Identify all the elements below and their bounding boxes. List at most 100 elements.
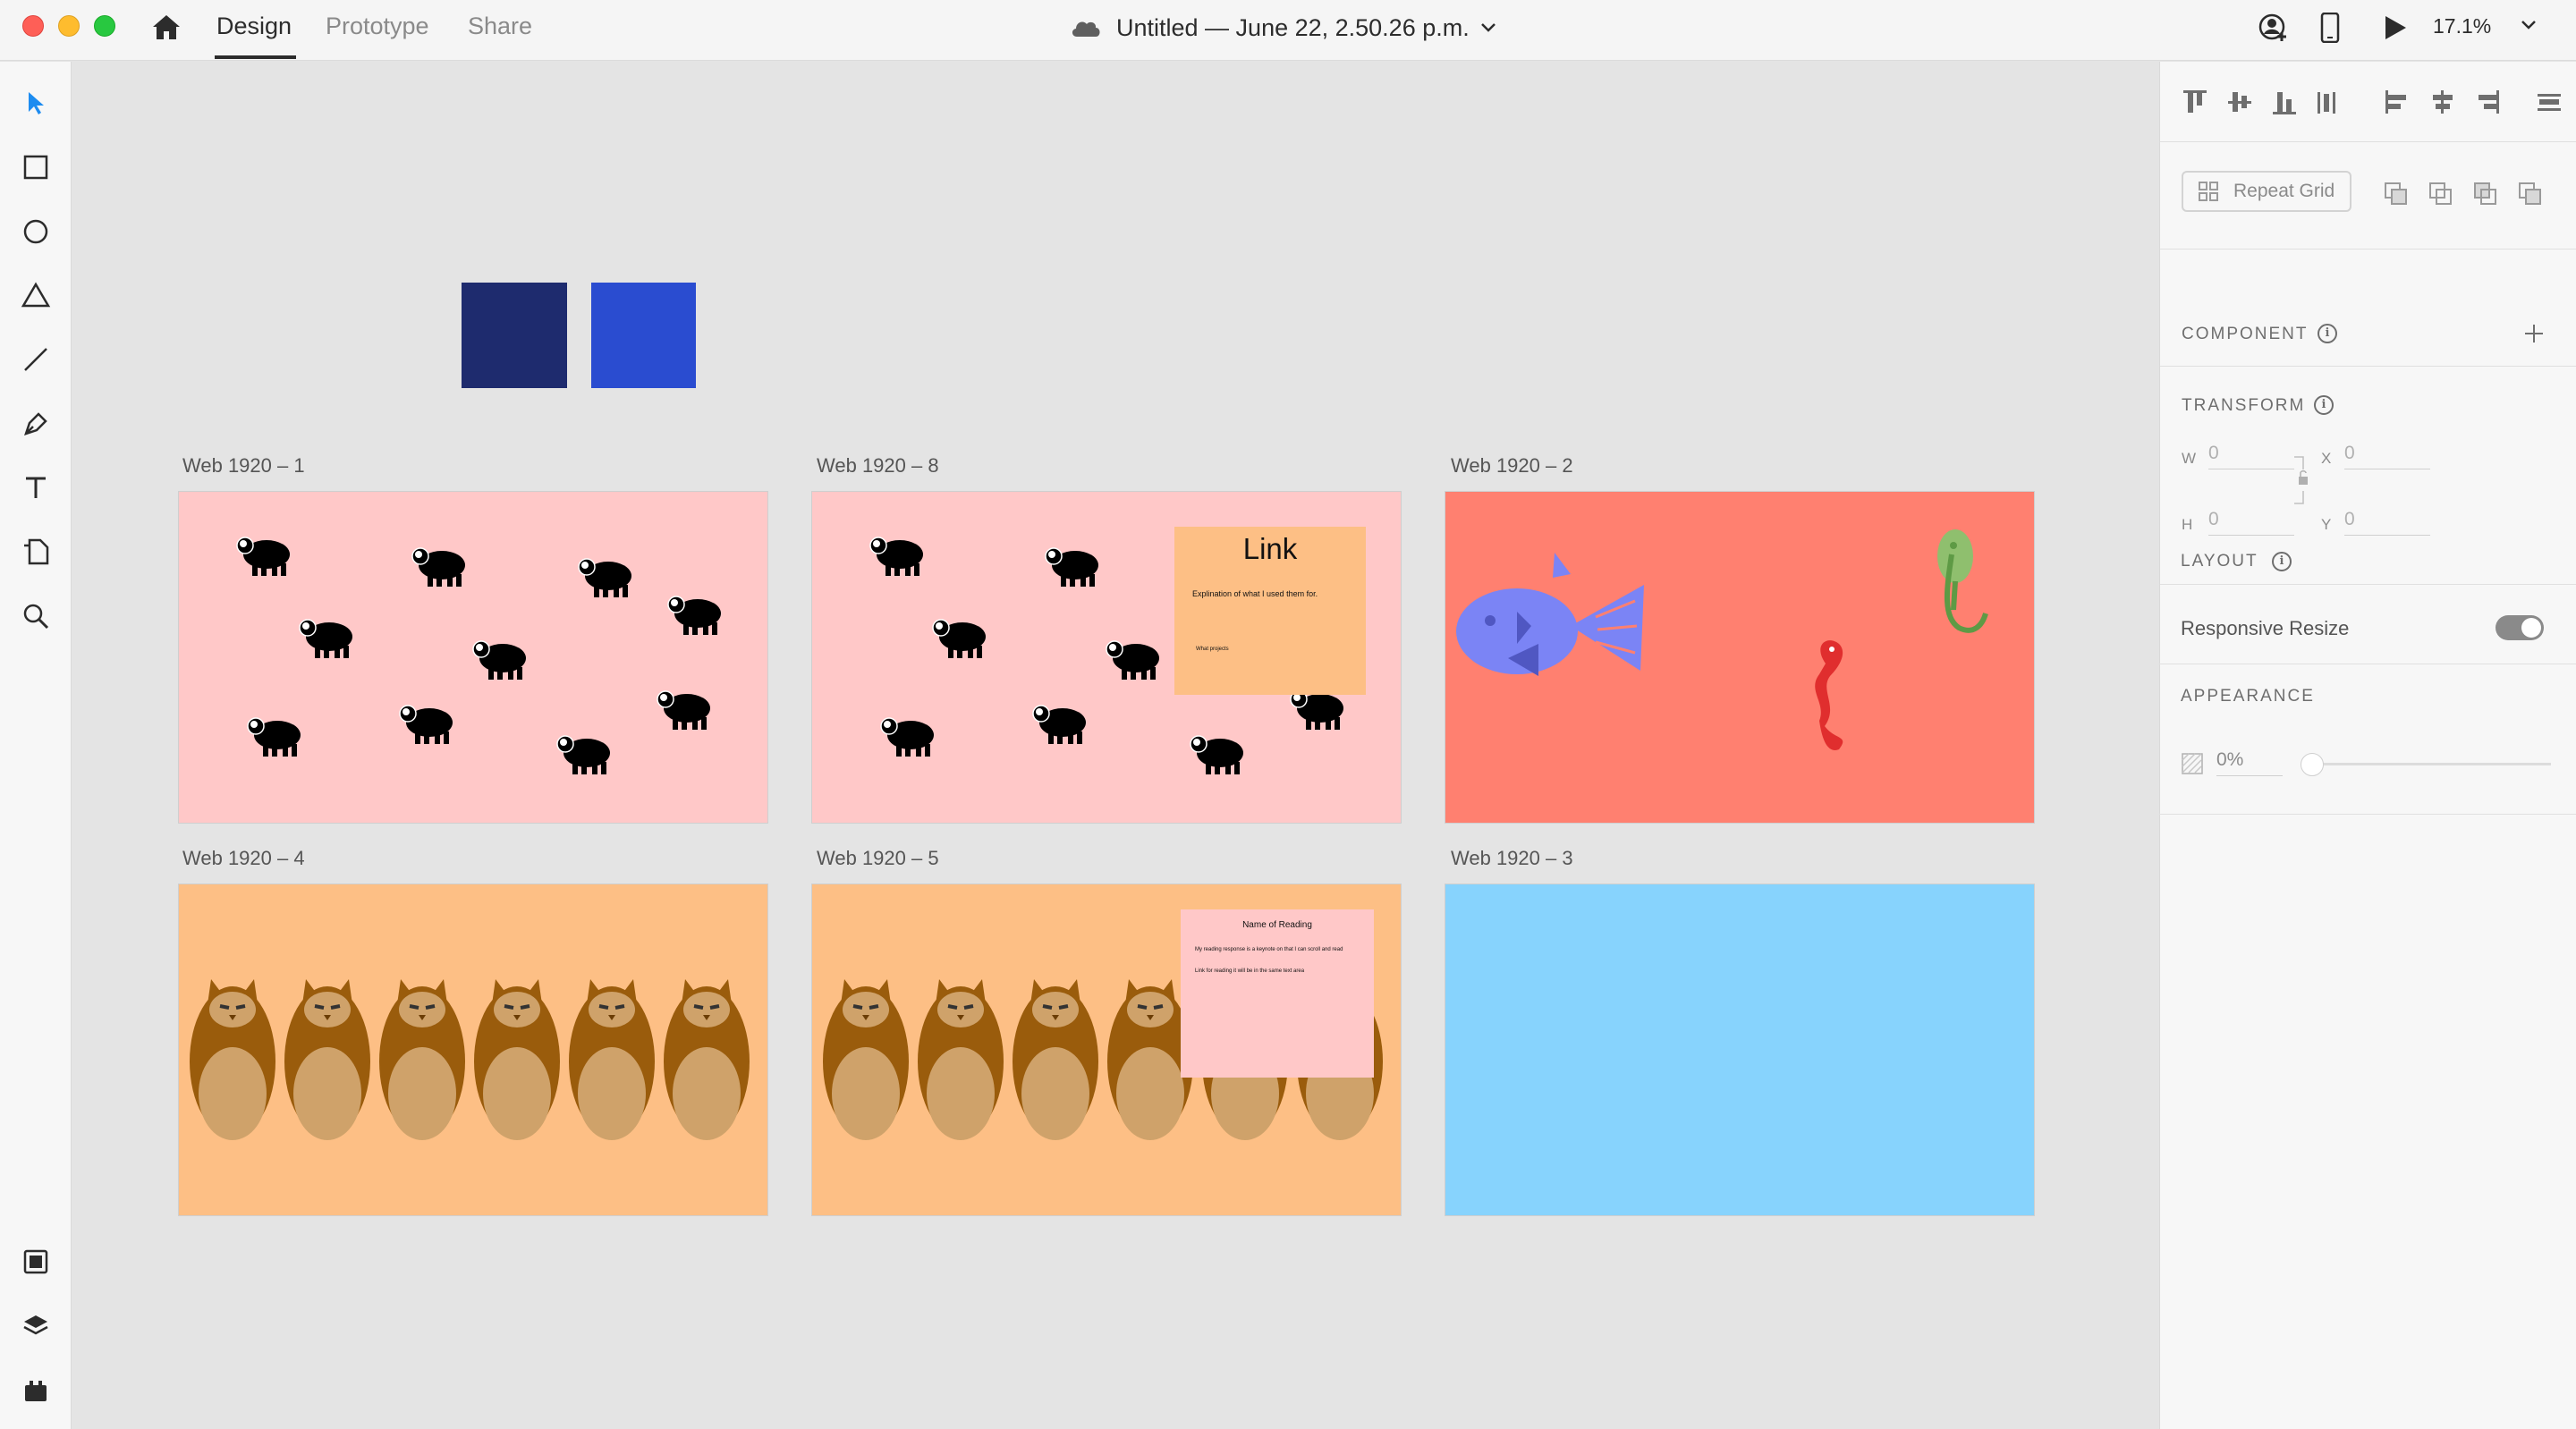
- transform-title: TRANSFORM: [2182, 396, 2306, 415]
- layers-icon: [23, 1315, 48, 1335]
- artboard-web-1920-2[interactable]: [1445, 491, 2035, 824]
- line-icon: [24, 348, 47, 371]
- opacity-icon: [2182, 753, 2203, 774]
- opacity-slider-track[interactable]: [2317, 763, 2551, 765]
- left-toolbar: [0, 62, 72, 1429]
- document-title[interactable]: Untitled — June 22, 2.50.26 p.m.: [1070, 13, 1496, 43]
- note-link-title: Link: [1242, 532, 1298, 565]
- add-component-icon[interactable]: [2523, 323, 2545, 344]
- artboard-web-1920-3[interactable]: [1445, 884, 2035, 1216]
- tab-design[interactable]: Design: [216, 13, 292, 40]
- x-label: X: [2321, 450, 2332, 467]
- zoom-tool[interactable]: [20, 600, 52, 632]
- panel-divider: [2159, 814, 2576, 815]
- artboard-tool[interactable]: [20, 536, 52, 568]
- chevron-down-icon: [1480, 23, 1496, 32]
- cloud-icon: [1072, 21, 1100, 37]
- toggle-knob: [2521, 618, 2541, 638]
- lock-aspect-icon[interactable]: [2291, 455, 2312, 505]
- note-reading-line-1: My reading response is a keynote on that…: [1195, 947, 1343, 952]
- tab-share[interactable]: Share: [468, 13, 532, 40]
- zoom-window-button[interactable]: [94, 15, 115, 37]
- rectangle-icon: [23, 155, 48, 180]
- select-tool[interactable]: [20, 87, 52, 119]
- triangle-icon: [21, 282, 51, 308]
- rectangle-tool[interactable]: [20, 151, 52, 183]
- link-note-card[interactable]: Link Explination of what I used them for…: [1174, 527, 1366, 695]
- info-icon[interactable]: i: [2318, 324, 2337, 343]
- artboard-web-1920-4[interactable]: [178, 884, 768, 1216]
- repeat-grid-label: Repeat Grid: [2233, 181, 2335, 201]
- line-tool[interactable]: [20, 343, 52, 376]
- property-inspector: Repeat Grid COMPONENT i TRANSFORM i W 0 …: [2159, 62, 2576, 1429]
- opacity-slider-handle[interactable]: [2301, 753, 2324, 776]
- note-reading-title: Name of Reading: [1242, 920, 1312, 930]
- layout-divider: [2160, 584, 2576, 585]
- width-field[interactable]: 0: [2208, 443, 2294, 469]
- zoom-level[interactable]: 17.1%: [2433, 14, 2491, 38]
- height-field[interactable]: 0: [2208, 509, 2294, 536]
- artboard-label[interactable]: Web 1920 – 1: [182, 454, 305, 478]
- y-field[interactable]: 0: [2344, 509, 2430, 536]
- height-label: H: [2182, 516, 2193, 533]
- chevron-down-icon[interactable]: [2521, 20, 2537, 30]
- repeat-grid-button[interactable]: Repeat Grid: [2182, 171, 2351, 212]
- plugins-icon: [25, 1381, 47, 1401]
- close-window-button[interactable]: [22, 15, 44, 37]
- repeat-grid-section: Repeat Grid: [2160, 142, 2576, 249]
- grid-icon: [2199, 182, 2218, 201]
- artboard-label[interactable]: Web 1920 – 8: [817, 454, 939, 478]
- plugins-panel-button[interactable]: [20, 1374, 52, 1407]
- boolean-ops-icons[interactable]: [2384, 182, 2559, 208]
- transform-divider: [2160, 366, 2576, 367]
- dark-blue-square[interactable]: [462, 283, 567, 388]
- align-toolbar: [2160, 62, 2576, 142]
- active-tab-indicator: [215, 55, 296, 59]
- assets-icon: [23, 1249, 48, 1274]
- note-link-body: Explination of what I used them for.: [1192, 589, 1318, 598]
- document-title-text: Untitled — June 22, 2.50.26 p.m.: [1116, 13, 1470, 41]
- note-link-footer: What projects: [1196, 647, 1229, 652]
- width-label: W: [2182, 450, 2197, 467]
- owls-illustration: [188, 977, 751, 1142]
- ellipse-tool[interactable]: [20, 216, 52, 248]
- align-icons[interactable]: [2183, 89, 2576, 117]
- text-icon: [26, 477, 46, 498]
- artboard-label[interactable]: Web 1920 – 4: [182, 847, 305, 870]
- play-icon[interactable]: [2383, 14, 2408, 41]
- artboard-icon: [24, 538, 49, 565]
- component-title: COMPONENT: [2182, 325, 2309, 343]
- component-section: [2160, 249, 2576, 312]
- sea-creatures-illustration: [1456, 529, 1988, 750]
- minimize-window-button[interactable]: [58, 15, 80, 37]
- y-label: Y: [2321, 516, 2332, 533]
- user-add-icon[interactable]: [2258, 13, 2290, 43]
- artboard-label[interactable]: Web 1920 – 2: [1451, 454, 1573, 478]
- tab-prototype[interactable]: Prototype: [326, 13, 429, 40]
- reading-note-card[interactable]: Name of Reading My reading response is a…: [1181, 909, 1374, 1078]
- info-icon[interactable]: i: [2272, 552, 2292, 571]
- note-reading-line-2: Link for reading it will be in the same …: [1195, 968, 1305, 974]
- x-field[interactable]: 0: [2344, 443, 2430, 469]
- magnifier-icon: [23, 604, 49, 630]
- ellipse-icon: [23, 219, 48, 244]
- artboard-label[interactable]: Web 1920 – 5: [817, 847, 939, 870]
- text-tool[interactable]: [20, 471, 52, 503]
- pen-icon: [24, 412, 47, 435]
- artboard-label[interactable]: Web 1920 – 3: [1451, 847, 1573, 870]
- layout-title: LAYOUT: [2181, 552, 2258, 571]
- polygon-tool[interactable]: [20, 279, 52, 311]
- info-icon[interactable]: i: [2314, 395, 2334, 415]
- opacity-field[interactable]: 0%: [2216, 749, 2283, 776]
- appearance-title: APPEARANCE: [2181, 687, 2315, 706]
- responsive-resize-toggle[interactable]: [2496, 615, 2544, 640]
- select-arrow-icon: [29, 92, 44, 114]
- mobile-preview-icon[interactable]: [2320, 13, 2340, 43]
- home-icon[interactable]: [150, 13, 182, 41]
- assets-panel-button[interactable]: [20, 1246, 52, 1278]
- layers-panel-button[interactable]: [20, 1310, 52, 1342]
- title-bar: Design Prototype Share Untitled — June 2…: [0, 0, 2576, 61]
- blue-square[interactable]: [591, 283, 696, 388]
- artboard-web-1920-1[interactable]: [178, 491, 768, 824]
- pen-tool[interactable]: [20, 408, 52, 440]
